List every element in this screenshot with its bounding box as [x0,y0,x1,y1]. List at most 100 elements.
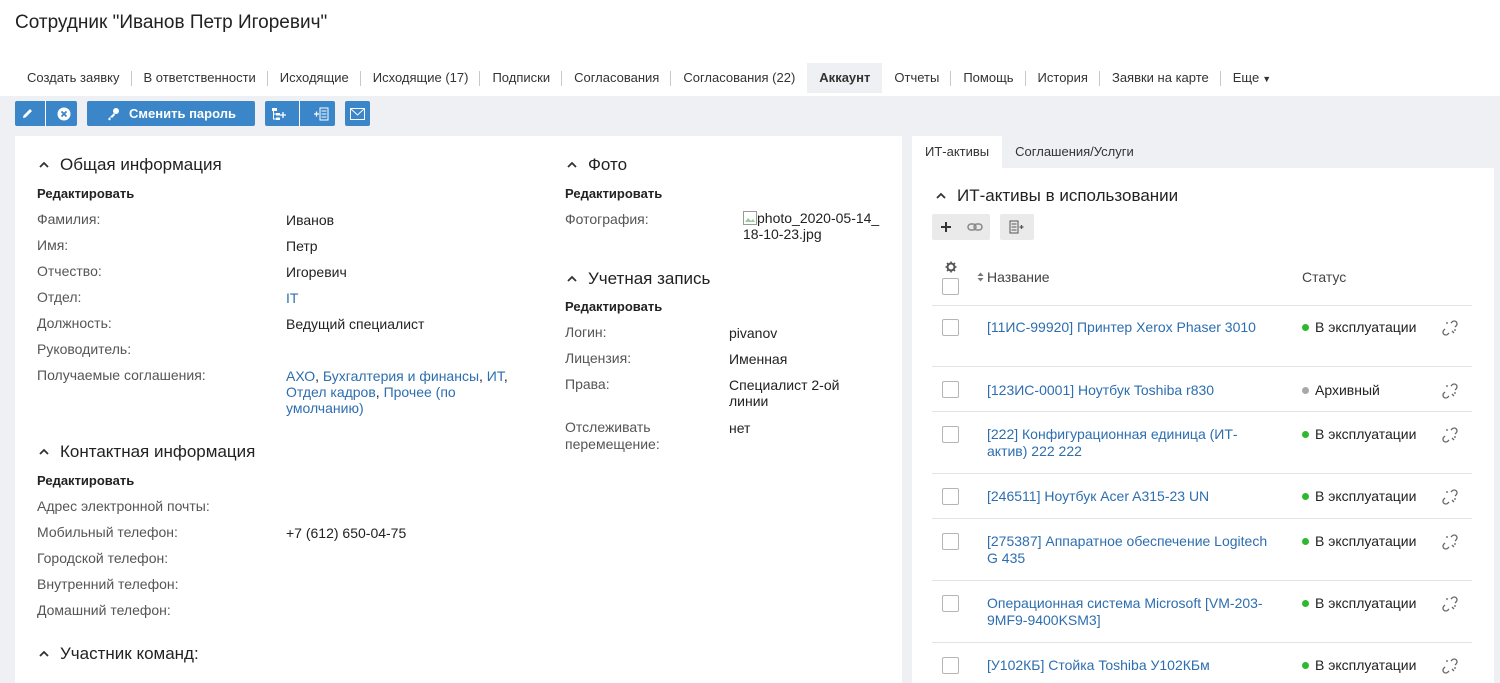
status-badge: В эксплуатации [1302,426,1416,442]
row-divider [932,411,1472,412]
row-checkbox[interactable] [942,381,959,398]
row-checkbox[interactable] [942,533,959,550]
asset-link[interactable]: [11ИС-99920] Принтер Xerox Phaser 3010 [987,319,1277,336]
tab-reports[interactable]: Отчеты [882,63,952,93]
agreement-link[interactable]: ИТ [487,368,504,384]
agreement-link[interactable]: Бухгалтерия и финансы [323,368,479,384]
send-email-button[interactable] [345,101,370,126]
row-divider [932,305,1472,306]
status-active-icon [1302,430,1309,438]
unlink-icon[interactable] [1442,534,1458,550]
field-label: Отслеживать перемещение: [565,419,660,452]
status-active-icon [1302,661,1309,669]
contacts-header[interactable]: Контактная информация [38,442,255,462]
it-assets-header[interactable]: ИТ-активы в использовании [935,186,1178,206]
unlink-icon[interactable] [1442,383,1458,399]
org-structure-button[interactable] [271,107,287,121]
contacts-edit-link[interactable]: Редактировать [37,473,134,488]
asset-link[interactable]: [123ИС-0001] Ноутбук Toshiba r830 [987,382,1277,399]
asset-link[interactable]: Операционная система Microsoft [VM-203-9… [987,595,1277,629]
tab-more[interactable]: Еще ▼ [1221,63,1283,93]
status-label: В эксплуатации [1315,488,1417,504]
column-name-header[interactable]: Название [977,269,1050,285]
general-info-header[interactable]: Общая информация [38,155,222,175]
column-status-header[interactable]: Статус [1302,269,1346,285]
tab-approvals[interactable]: Согласования [562,63,672,93]
account-edit-link[interactable]: Редактировать [565,299,662,314]
asset-link[interactable]: [275387] Аппаратное обеспечение Logitech… [987,533,1277,567]
tab-bar: Создать заявку В ответственности Исходящ… [15,63,1283,93]
tab-outgoing[interactable]: Исходящие [268,63,361,93]
tab-history[interactable]: История [1026,63,1101,93]
row-divider [932,366,1472,367]
broken-image-icon [743,211,757,225]
tab-more-label: Еще [1232,70,1260,85]
tab-agreements-services[interactable]: Соглашения/Услуги [1002,136,1147,168]
account-header[interactable]: Учетная запись [566,269,710,289]
gear-icon [945,261,957,273]
row-checkbox[interactable] [942,488,959,505]
row-checkbox[interactable] [942,319,959,336]
field-label: Получаемые соглашения: [37,367,206,383]
status-label: В эксплуатации [1315,657,1417,673]
general-edit-link[interactable]: Редактировать [37,186,134,201]
row-checkbox[interactable] [942,426,959,443]
status-label: В эксплуатации [1315,533,1417,549]
license-value: Именная [729,351,788,367]
unlink-icon[interactable] [1442,427,1458,443]
status-badge: В эксплуатации [1302,657,1416,673]
tab-responsibility[interactable]: В ответственности [132,63,269,93]
middle-name-value: Игоревич [286,264,347,280]
tab-approvals-count[interactable]: Согласования (22) [671,63,807,93]
column-name-label: Название [987,269,1050,285]
link-asset-button[interactable] [966,222,983,232]
tab-it-assets[interactable]: ИТ-активы [912,136,1003,168]
department-link[interactable]: IT [286,290,298,306]
close-circle-icon [57,107,71,120]
row-checkbox[interactable] [942,657,959,674]
tab-subscriptions[interactable]: Подписки [480,63,562,93]
unlink-icon[interactable] [1442,658,1458,674]
unlink-icon[interactable] [1442,596,1458,612]
photo-edit-link[interactable]: Редактировать [565,186,662,201]
asset-link[interactable]: [222] Конфигурационная единица (ИТ-актив… [987,426,1277,460]
agreement-link[interactable]: АХО [286,368,315,384]
photo-title: Фото [588,155,628,174]
delete-button[interactable] [57,107,71,121]
field-label: Руководитель: [37,341,132,357]
general-info-title: Общая информация [60,155,222,174]
photo-header[interactable]: Фото [566,155,627,175]
asset-link[interactable]: [246511] Ноутбук Acer A315-23 UN [987,488,1277,505]
tab-help[interactable]: Помощь [951,63,1026,93]
field-label: Логин: [565,324,607,340]
select-all-checkbox[interactable] [942,278,959,295]
row-divider [932,518,1472,519]
tab-create-request[interactable]: Создать заявку [15,63,132,93]
change-password-button[interactable]: Сменить пароль [87,101,255,126]
asset-link[interactable]: [У102КБ] Стойка Toshiba У102КБм [987,657,1277,674]
unlink-icon[interactable] [1442,489,1458,505]
pencil-icon [22,109,32,118]
account-title: Учетная запись [588,269,711,288]
list-add-icon [1009,220,1024,234]
tab-outgoing-count[interactable]: Исходящие (17) [361,63,481,93]
plus-icon [940,222,951,232]
tab-account[interactable]: Аккаунт [807,63,883,93]
edit-button[interactable] [21,107,34,120]
add-asset-button[interactable] [940,221,952,233]
teams-header[interactable]: Участник команд: [38,644,199,664]
status-active-icon [1302,537,1309,545]
status-label: В эксплуатации [1315,426,1417,442]
sort-icon [977,272,984,282]
add-to-list-button[interactable] [313,107,329,121]
chevron-up-icon [39,448,49,455]
tab-map-requests[interactable]: Заявки на карте [1100,63,1221,93]
field-label: Отдел: [37,289,82,305]
add-to-list-asset-button[interactable] [1000,214,1034,240]
teams-title: Участник команд: [60,644,199,663]
unlink-icon[interactable] [1442,320,1458,336]
hierarchy-add-icon [272,107,287,120]
agreement-link[interactable]: Отдел кадров [286,384,376,400]
row-checkbox[interactable] [942,595,959,612]
status-badge: В эксплуатации [1302,319,1416,335]
